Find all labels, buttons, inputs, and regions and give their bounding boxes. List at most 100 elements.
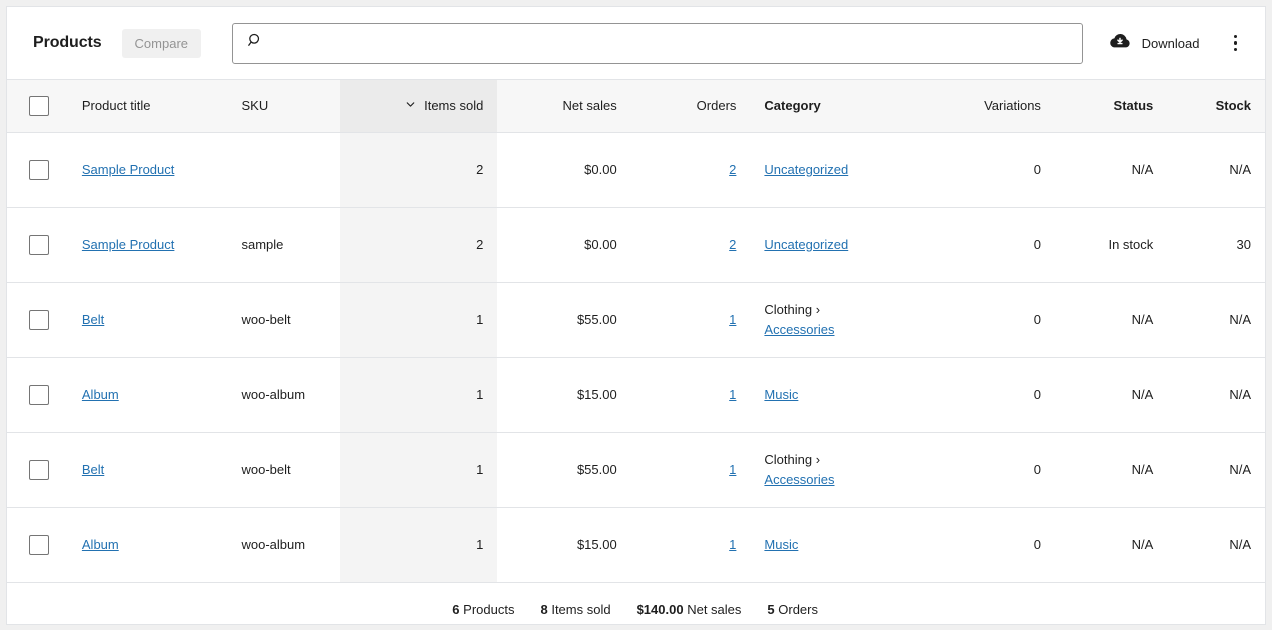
column-header-sku[interactable]: SKU — [228, 80, 340, 132]
table-row: Belt woo-belt 1 $55.00 1 Clothing › Acce… — [7, 432, 1265, 507]
product-title-link[interactable]: Album — [82, 537, 119, 552]
column-header-product-title[interactable]: Product title — [68, 80, 228, 132]
orders-link[interactable]: 2 — [729, 162, 736, 177]
category-link[interactable]: Accessories — [764, 470, 917, 490]
cell-net-sales: $15.00 — [497, 507, 630, 582]
row-checkbox[interactable] — [29, 310, 49, 330]
cell-stock: N/A — [1167, 432, 1265, 507]
cell-items-sold: 1 — [340, 357, 498, 432]
compare-button[interactable]: Compare — [122, 29, 201, 58]
category-link[interactable]: Uncategorized — [764, 160, 917, 180]
row-select-cell — [7, 132, 68, 207]
cell-category: Music — [750, 507, 931, 582]
cell-variations: 0 — [931, 357, 1055, 432]
table-footer: 6 Products 8 Items sold $140.00 Net sale… — [7, 582, 1265, 625]
column-header-orders[interactable]: Orders — [631, 80, 751, 132]
cell-net-sales: $0.00 — [497, 132, 630, 207]
product-title-link[interactable]: Belt — [82, 462, 104, 477]
products-report-card: Products Compare Download — [6, 6, 1266, 625]
cell-sku — [228, 132, 340, 207]
column-header-category[interactable]: Category — [750, 80, 931, 132]
row-select-cell — [7, 507, 68, 582]
cell-status: In stock — [1055, 207, 1167, 282]
row-checkbox[interactable] — [29, 460, 49, 480]
cell-stock: N/A — [1167, 132, 1265, 207]
cell-sku: sample — [228, 207, 340, 282]
cell-variations: 0 — [931, 432, 1055, 507]
cell-status: N/A — [1055, 357, 1167, 432]
cell-orders: 1 — [631, 507, 751, 582]
cell-sku: woo-album — [228, 357, 340, 432]
product-title-link[interactable]: Belt — [82, 312, 104, 327]
select-all-checkbox[interactable] — [29, 96, 49, 116]
category-link[interactable]: Music — [764, 535, 917, 555]
orders-link[interactable]: 1 — [729, 387, 736, 402]
row-checkbox[interactable] — [29, 235, 49, 255]
cell-variations: 0 — [931, 207, 1055, 282]
orders-link[interactable]: 1 — [729, 537, 736, 552]
column-header-net-sales[interactable]: Net sales — [497, 80, 630, 132]
category-link[interactable]: Accessories — [764, 320, 917, 340]
cell-variations: 0 — [931, 282, 1055, 357]
cell-sku: woo-album — [228, 507, 340, 582]
cell-orders: 1 — [631, 357, 751, 432]
cell-orders: 2 — [631, 207, 751, 282]
cell-status: N/A — [1055, 282, 1167, 357]
card-header: Products Compare Download — [7, 7, 1265, 80]
summary-row: 6 Products 8 Items sold $140.00 Net sale… — [7, 582, 1265, 625]
column-header-items-sold[interactable]: Items sold — [340, 80, 498, 132]
column-header-items-sold-label: Items sold — [424, 98, 483, 113]
table-row: Album woo-album 1 $15.00 1 Music 0 N/A N… — [7, 507, 1265, 582]
column-header-stock[interactable]: Stock — [1167, 80, 1265, 132]
download-button-label: Download — [1142, 36, 1200, 51]
row-checkbox[interactable] — [29, 160, 49, 180]
cell-items-sold: 2 — [340, 207, 498, 282]
row-select-cell — [7, 207, 68, 282]
summary-label: Products — [463, 602, 514, 617]
orders-link[interactable]: 1 — [729, 462, 736, 477]
cell-product-title: Album — [68, 357, 228, 432]
table-row: Sample Product sample 2 $0.00 2 Uncatego… — [7, 207, 1265, 282]
more-menu-button[interactable] — [1224, 29, 1248, 58]
product-title-link[interactable]: Sample Product — [82, 162, 175, 177]
search-field[interactable] — [232, 23, 1083, 64]
download-button[interactable]: Download — [1105, 27, 1204, 59]
table-body: Sample Product 2 $0.00 2 Uncategorized 0… — [7, 132, 1265, 582]
category-parent: Clothing › — [764, 300, 917, 320]
summary-list: 6 Products 8 Items sold $140.00 Net sale… — [29, 602, 1243, 617]
search-input[interactable] — [274, 36, 1072, 51]
summary-item-net-sales: $140.00 Net sales — [637, 602, 742, 617]
cell-stock: N/A — [1167, 357, 1265, 432]
row-checkbox[interactable] — [29, 385, 49, 405]
cell-orders: 1 — [631, 432, 751, 507]
cell-product-title: Belt — [68, 432, 228, 507]
cell-orders: 2 — [631, 132, 751, 207]
row-checkbox[interactable] — [29, 535, 49, 555]
cell-status: N/A — [1055, 432, 1167, 507]
category-parent: Clothing › — [764, 450, 917, 470]
cell-net-sales: $55.00 — [497, 432, 630, 507]
category-link[interactable]: Music — [764, 385, 917, 405]
cell-product-title: Album — [68, 507, 228, 582]
cell-items-sold: 1 — [340, 507, 498, 582]
summary-label: Items sold — [551, 602, 610, 617]
cell-items-sold: 1 — [340, 282, 498, 357]
orders-link[interactable]: 2 — [729, 237, 736, 252]
table-row: Belt woo-belt 1 $55.00 1 Clothing › Acce… — [7, 282, 1265, 357]
orders-link[interactable]: 1 — [729, 312, 736, 327]
sort-items-sold-button[interactable]: Items sold — [354, 98, 484, 114]
column-header-variations[interactable]: Variations — [931, 80, 1055, 132]
column-header-status[interactable]: Status — [1055, 80, 1167, 132]
cloud-download-icon — [1109, 33, 1131, 53]
summary-value: 5 — [767, 602, 774, 617]
summary-item-orders: 5 Orders — [767, 602, 818, 617]
summary-cell: 6 Products 8 Items sold $140.00 Net sale… — [7, 582, 1265, 625]
select-all-header — [7, 80, 68, 132]
cell-items-sold: 2 — [340, 132, 498, 207]
table-header: Product title SKU Items sold Net sales O… — [7, 80, 1265, 132]
summary-label: Net sales — [687, 602, 741, 617]
product-title-link[interactable]: Album — [82, 387, 119, 402]
cell-stock: 30 — [1167, 207, 1265, 282]
product-title-link[interactable]: Sample Product — [82, 237, 175, 252]
category-link[interactable]: Uncategorized — [764, 235, 917, 255]
